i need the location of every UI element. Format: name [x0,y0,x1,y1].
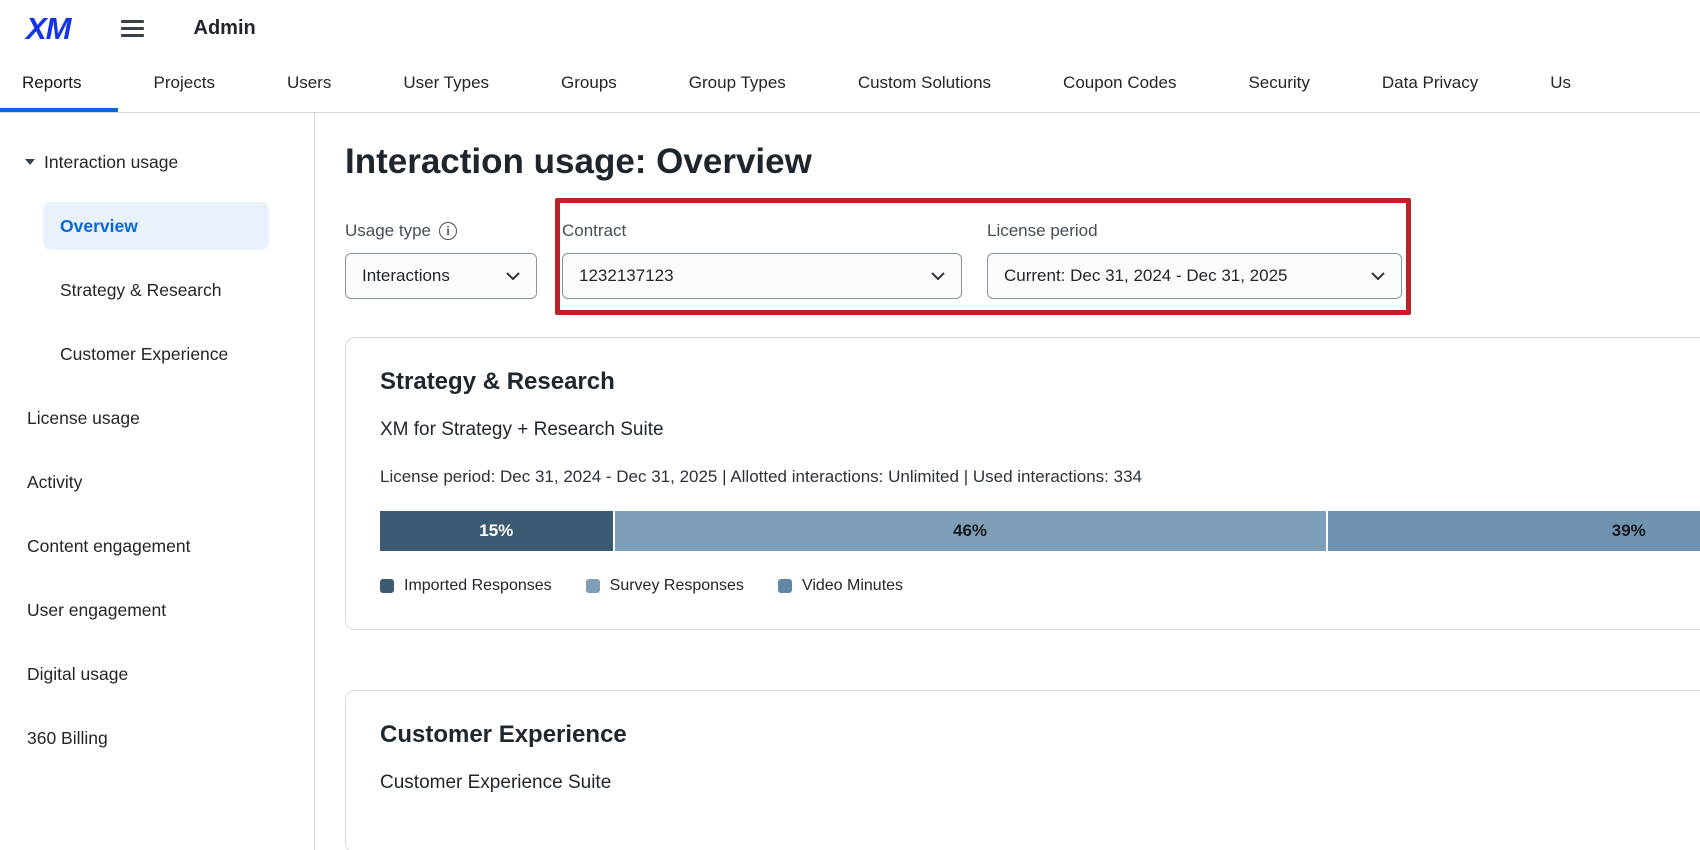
sidebar-item-label: Activity [27,472,82,493]
tab-user-types[interactable]: User Types [367,57,525,112]
legend-swatch [586,579,600,593]
sidebar-item-strategy-research[interactable]: Strategy & Research [43,266,269,314]
sidebar-item-license-usage[interactable]: License usage [0,394,314,442]
page-title: Interaction usage: Overview [345,141,1700,183]
sidebar-item-user-engagement[interactable]: User engagement [0,586,314,634]
tab-custom-solutions[interactable]: Custom Solutions [822,57,1027,112]
tab-bar: ReportsProjectsUsersUser TypesGroupsGrou… [0,57,1700,113]
tab-groups[interactable]: Groups [525,57,653,112]
collapse-caret-icon[interactable] [25,159,35,165]
legend-label: Imported Responses [404,577,552,595]
legend-item-video-minutes: Video Minutes [778,577,903,595]
sidebar-item-label: 360 Billing [27,728,108,749]
contract-selected-value: 1232137123 [579,266,674,286]
sidebar-item-360-billing[interactable]: 360 Billing [0,714,314,762]
chevron-down-icon [931,272,945,280]
sidebar-item-overview[interactable]: Overview [43,202,269,250]
card-strategy-research: Strategy & Research XM for Strategy + Re… [345,337,1700,630]
chevron-down-icon [1371,272,1385,280]
tab-data-privacy[interactable]: Data Privacy [1346,57,1514,112]
tab-security[interactable]: Security [1212,57,1345,112]
tab-users[interactable]: Users [251,57,367,112]
sidebar-item-activity[interactable]: Activity [0,458,314,506]
usage-type-select[interactable]: Interactions [345,253,537,299]
chevron-down-icon [506,272,520,280]
usage-type-label-row: Usage type i [345,221,537,241]
info-icon[interactable]: i [439,222,457,240]
card-subtitle: XM for Strategy + Research Suite [380,419,1700,442]
legend-label: Survey Responses [610,577,744,595]
license-period-field: License period Current: Dec 31, 2024 - D… [987,221,1402,299]
usage-type-selected-value: Interactions [362,266,450,286]
sidebar-item-label: User engagement [27,600,166,621]
sidebar: Interaction usage Overview Strategy & Rese… [0,113,315,850]
sidebar-item-content-engagement[interactable]: Content engagement [0,522,314,570]
hamburger-menu-icon[interactable] [117,16,148,41]
tab-projects[interactable]: Projects [118,57,251,112]
contract-label: Contract [562,221,626,241]
legend-item-survey-responses: Survey Responses [586,577,744,595]
contract-field: Contract 1232137123 [562,221,962,299]
usage-legend: Imported Responses Survey Responses Video … [380,577,1700,595]
sidebar-item-label: Content engagement [27,536,190,557]
topbar: XM Admin [0,0,1700,57]
legend-swatch [380,579,394,593]
legend-item-imported-responses: Imported Responses [380,577,552,595]
contract-label-row: Contract [562,221,962,241]
sidebar-nav: Interaction usage Overview Strategy & Rese… [0,138,314,762]
sidebar-item-label: Digital usage [27,664,128,685]
license-period-selected-value: Current: Dec 31, 2024 - Dec 31, 2025 [1004,266,1288,286]
sidebar-item-customer-experience[interactable]: Customer Experience [43,330,269,378]
tab-group-types[interactable]: Group Types [653,57,822,112]
app-title: Admin [194,17,256,40]
card-title: Strategy & Research [380,368,1700,397]
license-period-select[interactable]: Current: Dec 31, 2024 - Dec 31, 2025 [987,253,1402,299]
usage-type-field: Usage type i Interactions [345,221,537,299]
usage-bar: 15%46%39% [380,511,1700,551]
bar-segment-video-minutes: 39% [1326,511,1700,551]
sidebar-item-label: Strategy & Research [60,280,221,301]
license-period-label: License period [987,221,1098,241]
card-title: Customer Experience [380,721,1700,750]
card-subtitle: Customer Experience Suite [380,772,1700,795]
sidebar-item-label: Overview [60,216,138,237]
usage-type-label: Usage type [345,221,431,241]
contract-select[interactable]: 1232137123 [562,253,962,299]
sidebar-item-label: Interaction usage [44,152,178,173]
card-usage-meta: License period: Dec 31, 2024 - Dec 31, 2… [380,466,1700,487]
body-row: Interaction usage Overview Strategy & Rese… [0,113,1700,850]
tab-us[interactable]: Us [1514,57,1607,112]
license-period-label-row: License period [987,221,1402,241]
legend-swatch [778,579,792,593]
bar-segment-imported-responses: 15% [380,511,613,551]
tab-coupon-codes[interactable]: Coupon Codes [1027,57,1212,112]
xm-logo[interactable]: XM [26,11,71,47]
filters-row: Usage type i Interactions Contract 12321… [345,221,1700,299]
bar-segment-survey-responses: 46% [613,511,1326,551]
card-customer-experience: Customer Experience Customer Experience … [345,690,1700,850]
sidebar-item-label: Customer Experience [60,344,228,365]
sidebar-item-label: License usage [27,408,140,429]
main-content: Interaction usage: Overview Usage type i… [315,113,1700,850]
sidebar-item-digital-usage[interactable]: Digital usage [0,650,314,698]
app-root: XM Admin ReportsProjectsUsersUser TypesG… [0,0,1700,850]
sidebar-item-interaction-usage[interactable]: Interaction usage [0,138,314,186]
legend-label: Video Minutes [802,577,903,595]
tab-reports[interactable]: Reports [0,57,118,112]
